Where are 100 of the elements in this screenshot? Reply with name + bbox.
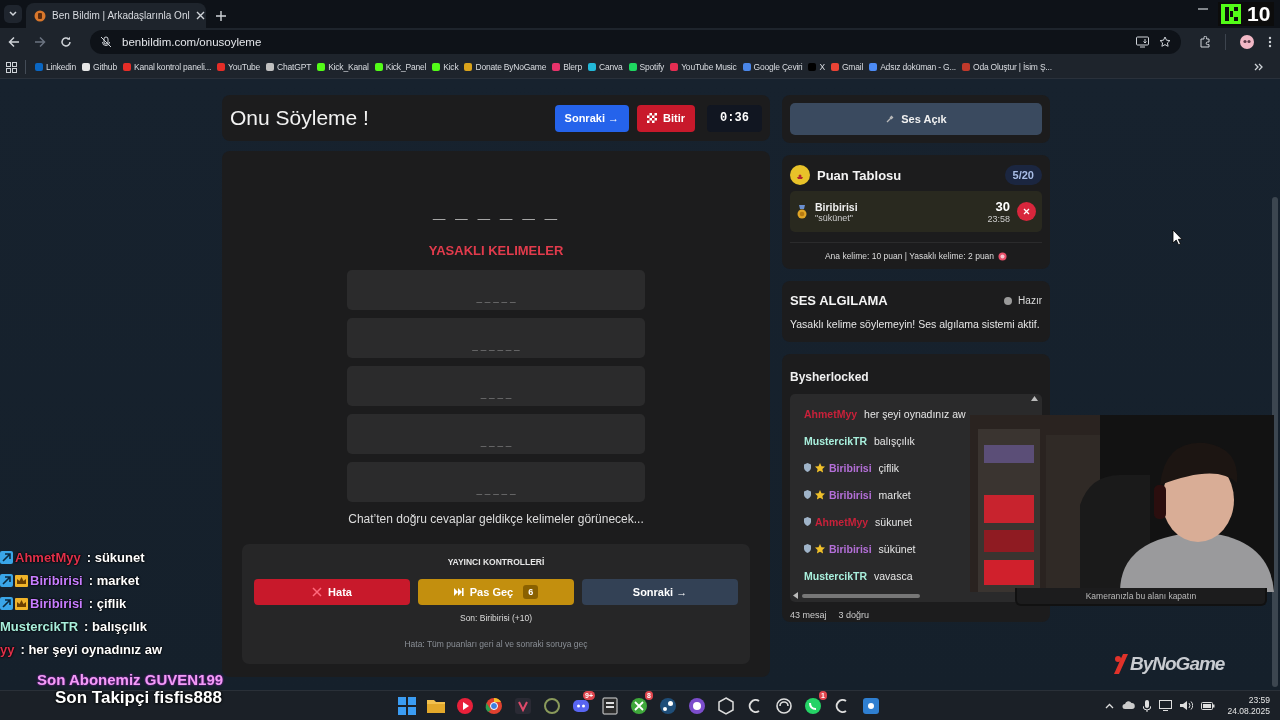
back-icon[interactable]	[8, 36, 20, 48]
count-badge: 6	[523, 585, 539, 599]
system-clock[interactable]: 23:59 24.08.2025	[1227, 694, 1270, 717]
stream-chat-username: Biribirisi	[30, 596, 83, 611]
browser-tab[interactable]: Ben Bildim | Arkadaşlarınla Onl	[26, 3, 206, 28]
bookmark[interactable]: Gmail	[827, 57, 867, 77]
ring-icon[interactable]	[542, 695, 562, 716]
bookmark[interactable]: Blerp	[549, 57, 585, 77]
browser-icon[interactable]	[484, 695, 504, 716]
chevron-up-icon[interactable]	[1105, 702, 1115, 709]
cursor-icon	[1172, 229, 1183, 245]
last-answer: Son: Biribirisi (+10)	[459, 613, 532, 623]
star-icon[interactable]	[1159, 36, 1171, 48]
next-button[interactable]: Sonraki →	[554, 104, 629, 132]
forbidden-word-slot: _ _ _ _ _ _	[347, 318, 645, 358]
bookmark[interactable]: Google Çeviri	[739, 57, 806, 77]
scrollbar-thumb[interactable]	[802, 594, 920, 598]
bookmark[interactable]: Canva	[585, 57, 626, 77]
bookmark[interactable]: Linkedin	[32, 57, 80, 77]
bookmark[interactable]: ChatGPT	[263, 57, 315, 77]
battery-icon[interactable]	[1201, 701, 1216, 710]
answer-word: "sükünet"	[815, 212, 854, 223]
extensions-icon[interactable]	[1199, 36, 1211, 48]
address-bar[interactable]: benbildim.com/onusoyleme	[90, 30, 1181, 54]
viewer-count: 10	[1247, 2, 1271, 26]
bookmark[interactable]: Kanal kontrol paneli...	[119, 57, 215, 77]
bookmark[interactable]: Kick	[429, 57, 462, 77]
chat-username: MustercikTR	[804, 569, 867, 582]
hint-text: Chat’ten doğru cevaplar geldikçe kelimeler görünecek...	[348, 512, 644, 526]
forbidden-word-slot: _ _ _ _ _	[347, 462, 645, 502]
speaker-icon[interactable]	[1180, 700, 1194, 711]
caret-icon	[9, 11, 17, 17]
close-icon	[312, 587, 323, 597]
bookmark[interactable]: YouTube	[214, 57, 264, 77]
stream-chat-message: : çiflik	[88, 596, 127, 611]
install-icon[interactable]	[1136, 36, 1149, 48]
target-icon	[998, 251, 1008, 261]
swirl-icon[interactable]	[774, 695, 794, 716]
windows-icon[interactable]	[397, 695, 417, 716]
slash-mark-icon	[1114, 654, 1128, 674]
score: 30	[995, 199, 1010, 214]
stream-chat-username: Biribirisi	[30, 573, 83, 588]
tab-list-button[interactable]	[4, 5, 22, 23]
menu-icon[interactable]	[1268, 36, 1272, 48]
scroll-left-icon[interactable]	[793, 592, 798, 599]
phone-bubble-icon[interactable]	[803, 695, 823, 716]
chat-username: MustercikTR	[804, 434, 867, 447]
chat-message: çiflik	[878, 461, 900, 474]
next-button[interactable]: Sonraki →	[582, 579, 738, 605]
sound-button[interactable]: Ses Açık	[790, 103, 1042, 135]
chat-username: AhmetMyy	[815, 515, 869, 528]
monitor-icon[interactable]	[1159, 700, 1173, 711]
stream-chat-message: : her şeyi oynadınız aw	[20, 642, 163, 657]
forward-icon[interactable]	[34, 36, 46, 48]
play-circle-icon[interactable]	[455, 695, 475, 716]
chevron-double-icon[interactable]	[1254, 63, 1264, 71]
stream-chat-username: yy	[0, 642, 15, 657]
bookmark[interactable]: YouTube Music	[667, 57, 740, 77]
v-square-icon[interactable]	[513, 695, 533, 716]
forbidden-word-slot: _ _ _ _	[347, 366, 645, 406]
bookmark[interactable]: Github	[79, 57, 120, 77]
forbidden-word-slot: _ _ _ _ _	[347, 270, 645, 310]
last-follower: Son Takipçi fisfis888	[55, 688, 222, 708]
dark-tile-icon[interactable]	[600, 695, 620, 716]
bookmark[interactable]: X	[805, 57, 828, 77]
bookmark[interactable]: Kick_Kanal	[314, 57, 372, 77]
chat-message: her şeyi oynadınız aw	[864, 407, 966, 420]
tab-title: Ben Bildim | Arkadaşlarınla Onl	[52, 10, 190, 21]
medal-icon	[796, 204, 808, 219]
error-button[interactable]: Hata	[254, 579, 410, 605]
bookmark[interactable]: Kick_Panel	[371, 57, 430, 77]
chat-message: balışçılık	[874, 434, 915, 447]
reload-icon[interactable]	[60, 36, 72, 48]
camera-note: Kameranızla bu alanı kapatın	[1015, 588, 1267, 606]
new-tab-icon[interactable]	[216, 11, 226, 21]
bookmark[interactable]: Donate ByNoGame	[461, 57, 550, 77]
profile-avatar-icon[interactable]	[1240, 35, 1254, 49]
checkered-flag-icon	[647, 113, 657, 123]
remove-button[interactable]	[1017, 202, 1036, 221]
stream-chat-username: AhmetMyy	[15, 550, 81, 565]
chat-username: Biribirisi	[829, 542, 872, 555]
game-title: Onu Söyleme !	[230, 106, 370, 130]
close-icon[interactable]	[195, 11, 205, 20]
cube-icon[interactable]	[716, 695, 736, 716]
bookmark[interactable]: Spotify	[625, 57, 668, 77]
hidden-word: _ _ _ _ _ _	[433, 199, 559, 221]
apps-grid-icon[interactable]	[6, 61, 17, 73]
stream-chat-message: : balışçılık	[84, 619, 147, 634]
stream-chat-username: MustercikTR	[0, 619, 79, 634]
stream-chat-message: : market	[88, 573, 140, 588]
cloud-icon[interactable]	[1122, 701, 1136, 710]
chat-username: Biribirisi	[829, 461, 872, 474]
finish-button[interactable]: Bitir	[637, 104, 695, 132]
chat-message: sükünet	[878, 542, 916, 555]
bookmark[interactable]: Adsız doküman - G...	[866, 57, 959, 77]
pass-button[interactable]: Pas Geç 6	[418, 579, 574, 605]
chat-username: Biribirisi	[829, 488, 872, 501]
bookmark[interactable]: Oda Oluştur | İsim Ş...	[959, 57, 1055, 77]
help-text: Hata: Tüm puanları geri al ve sonraki soruya geç	[404, 639, 588, 649]
scroll-up-icon[interactable]	[1031, 396, 1038, 401]
